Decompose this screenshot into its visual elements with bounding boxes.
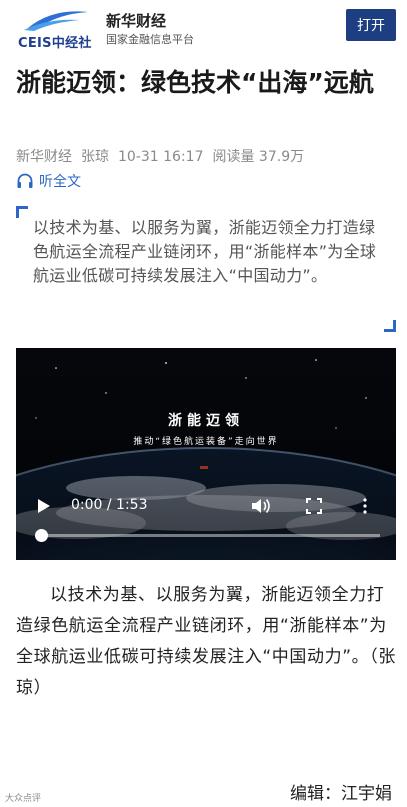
video-progress-thumb[interactable] [35, 529, 48, 542]
app-subtitle: 国家金融信息平台 [106, 33, 194, 46]
watermark: 大众点评 [5, 794, 42, 804]
article-editor: 编辑：江宇娟 [290, 784, 392, 804]
open-app-button[interactable]: 打开 [346, 9, 396, 41]
article-summary: 以技术为基、以服务为翼，浙能迈领全力打造绿色航运全流程产业链闭环，用“浙能样本”… [33, 218, 377, 285]
logo-mark-icon [24, 11, 88, 31]
app-logo: CEIS中经社 [18, 6, 92, 51]
video-time: 0:00 / 1:53 [71, 497, 148, 513]
article-source: 新华财经 [16, 149, 72, 165]
top-banner: CEIS中经社 新华财经 国家金融信息平台 打开 [0, 0, 407, 52]
video-player[interactable]: 浙能迈领 推动“绿色航运装备”走向世界 0:00 / 1:53 [16, 348, 396, 560]
video-overlay-subtitle: 推动“绿色航运装备”走向世界 [133, 437, 279, 447]
quote-corner-bottom-right [384, 320, 396, 332]
video-overlay-title: 浙能迈领 [168, 413, 244, 429]
more-vertical-icon[interactable] [362, 498, 368, 514]
article-author: 张琼 [81, 149, 109, 165]
listen-label: 听全文 [39, 174, 81, 190]
quote-corner-top-left [16, 206, 28, 218]
article-title: 浙能迈领：绿色技术“出海”远航 [16, 68, 374, 97]
article-read-count: 阅读量 37.9万 [212, 149, 305, 165]
article-datetime: 10-31 16:17 [118, 149, 204, 165]
video-progress-track[interactable] [42, 534, 380, 537]
listen-button[interactable]: 听全文 [16, 170, 81, 192]
fullscreen-icon[interactable] [306, 498, 322, 514]
video-frame [16, 348, 396, 560]
logo-text: CEIS中经社 [18, 36, 92, 51]
play-icon[interactable] [38, 499, 50, 513]
headphones-icon [17, 173, 33, 188]
app-name: 新华财经 [106, 12, 167, 30]
article-body: 以技术为基、以服务为翼，浙能迈领全力打造绿色航运全流程产业链闭环，用“浙能样本”… [16, 585, 396, 698]
volume-icon[interactable] [252, 498, 272, 514]
article-meta: 新华财经 张琼 10-31 16:17 阅读量 37.9万 [16, 146, 313, 166]
